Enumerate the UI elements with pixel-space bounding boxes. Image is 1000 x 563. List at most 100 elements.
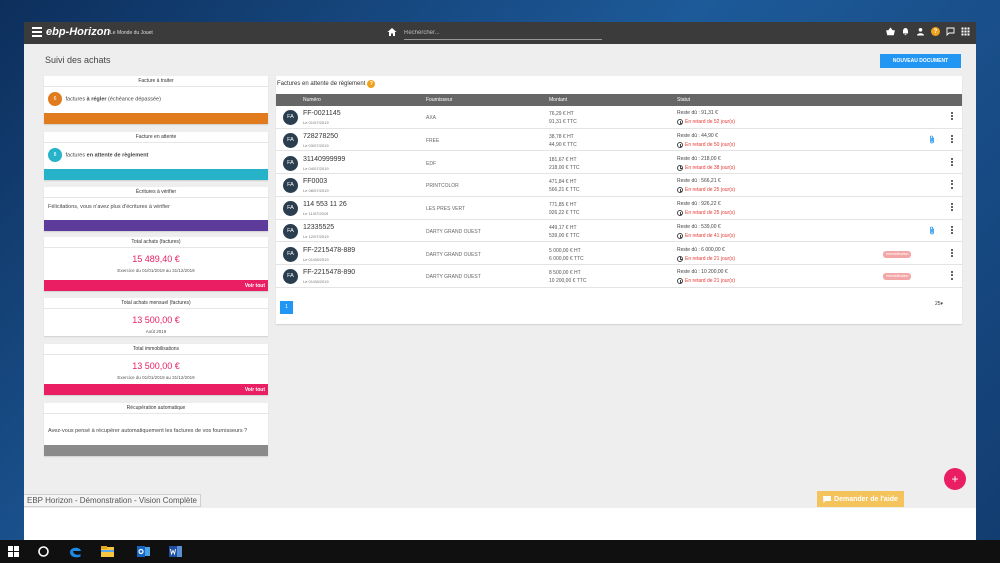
remaining-due: Reste dû : 10 200,00 €	[677, 269, 728, 276]
document-type-badge: FA	[283, 110, 298, 125]
table-row[interactable]: FA FF-2215478-890 Le 01/08/2019 DARTY GRAND…	[276, 265, 962, 288]
chat-icon[interactable]	[946, 27, 955, 36]
search-input[interactable]	[404, 26, 602, 40]
invoice-number[interactable]: 114 553 11 26	[303, 201, 347, 208]
see-all-link[interactable]: Voir tout	[245, 283, 265, 289]
outlook-icon[interactable]	[136, 544, 151, 559]
windows-start-icon[interactable]	[6, 544, 21, 559]
card-invoices-to-process[interactable]: Facture à traiter 6 factures à régler (é…	[44, 76, 268, 124]
late-text: En retard de 21 jour(s)	[685, 255, 736, 262]
card-text: factures	[65, 152, 86, 159]
invoice-date: Le 01/07/2019	[303, 120, 329, 125]
column-header-supplier[interactable]: Fournisseur	[426, 97, 452, 103]
column-header-amount[interactable]: Montant	[549, 97, 567, 103]
row-menu-icon[interactable]	[950, 248, 954, 259]
table-row[interactable]: FA 31140999999 Le 04/07/2019 EDF 181,67 € HT…	[276, 152, 962, 174]
amount-ht: 449,17 € HT	[549, 224, 577, 231]
card-monthly-purchases: Total achats mensuel (factures) 13 500,0…	[44, 298, 268, 336]
amount-ht: 771,85 € HT	[549, 202, 577, 208]
card-title: Total immobilisations	[44, 344, 268, 355]
late-text: En retard de 25 jour(s)	[685, 187, 736, 194]
card-pending-invoices[interactable]: Facture en attente 8 factures en attente…	[44, 132, 268, 180]
assets-amount: 13 500,00 €	[132, 361, 180, 371]
row-menu-icon[interactable]	[950, 157, 954, 168]
rows-per-page-select[interactable]: 25▾	[935, 301, 943, 307]
footer-area	[24, 508, 976, 540]
attachment-icon[interactable]	[929, 226, 935, 235]
invoice-number[interactable]: 31140999999	[303, 156, 345, 163]
apps-grid-icon[interactable]	[961, 27, 970, 36]
invoice-number[interactable]: FF-0021145	[303, 110, 341, 117]
amount-ttc: 539,00 € TTC	[549, 232, 580, 239]
row-menu-icon[interactable]	[950, 271, 954, 281]
windows-taskbar	[0, 540, 1000, 563]
ask-help-label: Demander de l'aide	[834, 495, 898, 503]
see-all-link[interactable]: Voir tout	[245, 387, 265, 393]
supplier-name: PRINTCOLOR	[426, 183, 459, 190]
count-badge: 6	[48, 92, 62, 106]
table-row[interactable]: FA FF-2215478-889 Le 01/08/2019 DARTY GRAND…	[276, 243, 962, 265]
invoice-number[interactable]: FF-2215478-889	[303, 247, 355, 254]
remaining-due: Reste dû : 926,22 €	[677, 201, 721, 207]
fixed-asset-tag: Immobilisation	[883, 250, 912, 258]
bell-icon[interactable]	[901, 27, 910, 36]
remaining-due: Reste dû : 539,00 €	[677, 223, 721, 230]
card-title: Total achats mensuel (factures)	[44, 298, 268, 309]
edge-icon[interactable]	[68, 544, 83, 559]
attachment-icon[interactable]	[929, 135, 935, 144]
late-text: En retard de 21 jour(s)	[685, 278, 736, 285]
document-type-badge: FA	[283, 246, 298, 262]
home-icon[interactable]	[387, 27, 397, 37]
row-menu-icon[interactable]	[950, 112, 954, 122]
row-menu-icon[interactable]	[950, 134, 954, 145]
clock-icon	[677, 119, 683, 125]
word-icon[interactable]	[168, 544, 183, 559]
menu-icon[interactable]	[32, 27, 42, 37]
row-menu-icon[interactable]	[950, 203, 954, 213]
ask-help-button[interactable]: Demander de l'aide	[817, 491, 904, 507]
column-header-number[interactable]: Numéro	[303, 97, 321, 103]
late-status: En retard de 25 jour(s)	[677, 210, 735, 216]
amount-ht: 181,67 € HT	[549, 156, 577, 163]
card-entries-to-check[interactable]: Écritures à vérifier Félicitations, vous…	[44, 187, 268, 231]
pagination-page-1[interactable]: 1	[280, 301, 293, 314]
card-title: Récupération automatique	[44, 403, 268, 414]
invoice-date: Le 03/07/2019	[303, 142, 329, 148]
late-status: En retard de 38 jour(s)	[677, 164, 735, 171]
add-fab-button[interactable]: +	[944, 468, 966, 490]
invoice-number[interactable]: FF0003	[303, 178, 327, 185]
basket-icon[interactable]	[886, 27, 895, 36]
row-menu-icon[interactable]	[950, 180, 954, 190]
company-name: Le Monde du Jouet	[110, 30, 153, 36]
new-document-button[interactable]: NOUVEAU DOCUMENT	[880, 54, 961, 68]
invoice-number[interactable]: 728278250	[303, 133, 338, 140]
file-explorer-icon[interactable]	[100, 544, 115, 559]
table-row[interactable]: FA 728278250 Le 03/07/2019 FREE 38,78 € HT 44…	[276, 129, 962, 152]
invoice-date: Le 08/07/2019	[303, 188, 329, 194]
amount-ttc: 926,22 € TTC	[549, 210, 580, 216]
row-menu-icon[interactable]	[950, 225, 954, 236]
invoice-date: Le 04/07/2019	[303, 165, 329, 171]
late-status: En retard de 25 jour(s)	[677, 187, 736, 194]
table-row[interactable]: FA FF-0021145 Le 01/07/2019 AXA 76,29 € HT 91…	[276, 106, 962, 129]
help-icon[interactable]: ?	[367, 80, 376, 88]
help-icon[interactable]: ?	[931, 27, 940, 36]
table-row[interactable]: FA FF0003 Le 08/07/2019 PRINTCOLOR 471,84 € …	[276, 174, 962, 197]
amount-ttc: 44,90 € TTC	[549, 141, 577, 148]
brand-logo[interactable]: ebp-Horizon	[46, 26, 110, 38]
invoice-number[interactable]: FF-2215478-890	[303, 269, 355, 276]
card-auto-retrieval[interactable]: Récupération automatique Avez-vous pensé…	[44, 403, 268, 456]
clock-icon	[677, 141, 683, 148]
card-title: Facture en attente	[44, 132, 268, 143]
card-text: Félicitations, vous n'avez plus d'écritu…	[48, 204, 170, 210]
cortana-icon[interactable]	[36, 544, 51, 559]
amount-ttc: 10 200,00 € TTC	[549, 278, 587, 285]
column-header-status[interactable]: Statut	[677, 97, 690, 103]
table-row[interactable]: FA 114 553 11 26 Le 11/07/2019 LES PRES VER…	[276, 197, 962, 220]
card-color-bar: Voir tout	[44, 384, 268, 395]
card-text-suffix: (échéance dépassée)	[108, 96, 161, 103]
invoice-number[interactable]: 12335525	[303, 224, 334, 231]
document-type-badge: FA	[283, 132, 298, 148]
user-icon[interactable]	[916, 27, 925, 36]
table-row[interactable]: FA 12335525 Le 12/07/2019 DARTY GRAND OUEST…	[276, 220, 962, 243]
